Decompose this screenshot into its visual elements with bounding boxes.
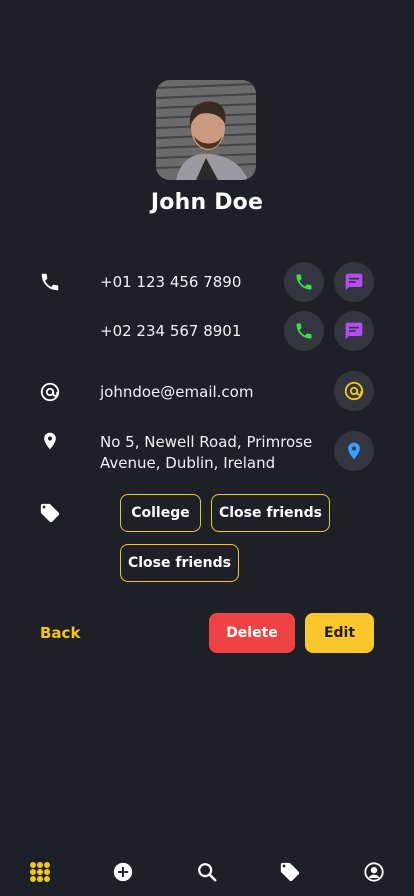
delete-button[interactable]: Delete	[209, 613, 295, 653]
email-address[interactable]: johndoe@email.com	[100, 382, 253, 403]
map-button[interactable]	[334, 431, 374, 471]
grid-icon[interactable]	[28, 860, 52, 884]
tag-icon[interactable]	[278, 860, 302, 884]
back-button[interactable]: Back	[40, 624, 80, 642]
profile-icon[interactable]	[362, 860, 386, 884]
call-button-primary[interactable]	[284, 262, 324, 302]
email-button[interactable]	[334, 371, 374, 411]
contact-avatar	[156, 80, 256, 180]
add-circle-icon[interactable]	[111, 860, 135, 884]
at-icon	[344, 381, 364, 401]
location-pin-icon	[348, 442, 360, 460]
message-button-secondary[interactable]	[334, 311, 374, 351]
phone-icon	[296, 323, 312, 339]
edit-button[interactable]: Edit	[305, 613, 374, 653]
bottom-tab-bar	[0, 846, 414, 896]
location-pin-icon	[38, 429, 62, 453]
tag-chip[interactable]: Close friends	[120, 544, 239, 582]
tag-icon	[38, 501, 62, 525]
at-icon	[38, 380, 62, 404]
phone-icon	[296, 274, 312, 290]
message-icon	[345, 322, 363, 340]
tag-chip[interactable]: College	[120, 494, 201, 532]
phone-number-secondary[interactable]: +02 234 567 8901	[100, 321, 241, 342]
message-button-primary[interactable]	[334, 262, 374, 302]
tag-chip[interactable]: Close friends	[211, 494, 330, 532]
avatar-photo	[156, 80, 256, 180]
address-text[interactable]: No 5, Newell Road, Primrose Avenue, Dubl…	[100, 432, 312, 474]
address-line-1: No 5, Newell Road, Primrose	[100, 433, 313, 451]
call-button-secondary[interactable]	[284, 311, 324, 351]
address-line-2: Avenue, Dublin, Ireland	[100, 454, 276, 472]
search-icon[interactable]	[195, 860, 219, 884]
message-icon	[345, 273, 363, 291]
contact-name: John Doe	[150, 190, 264, 215]
phone-number-primary[interactable]: +01 123 456 7890	[100, 272, 241, 293]
phone-icon	[38, 270, 62, 294]
